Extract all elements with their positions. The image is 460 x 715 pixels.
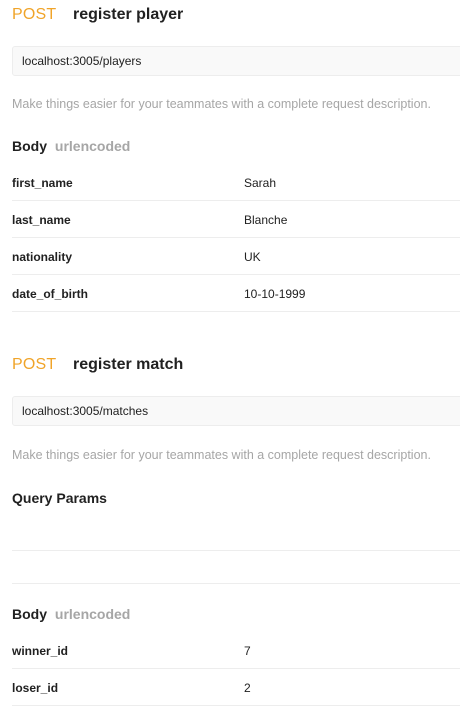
- param-value: 10-10-1999: [244, 287, 306, 301]
- kv-table: first_name Sarah last_name Blanche natio…: [12, 164, 460, 312]
- kv-table: winner_id 7 loser_id 2: [12, 632, 460, 706]
- method-badge: POST: [12, 356, 57, 373]
- param-key: nationality: [12, 250, 73, 264]
- param-key: date_of_birth: [12, 287, 89, 301]
- body-mode: urlencoded: [54, 606, 131, 622]
- table-row[interactable]: first_name Sarah: [12, 164, 460, 201]
- request-name[interactable]: register match: [73, 356, 183, 374]
- url-field[interactable]: localhost:3005/players: [12, 46, 460, 76]
- request-register-match: POST register match: [12, 356, 460, 378]
- param-key: loser_id: [12, 681, 59, 695]
- table-row[interactable]: nationality UK: [12, 238, 460, 275]
- query-params-title: Query Params: [12, 490, 107, 506]
- body-label: Body: [12, 606, 47, 622]
- body-title: Body urlencoded: [12, 138, 130, 154]
- param-value: 7: [244, 644, 251, 658]
- table-row[interactable]: loser_id 2: [12, 669, 460, 706]
- method-badge: POST: [12, 6, 57, 23]
- param-value: 2: [244, 681, 251, 695]
- request-description[interactable]: Make things easier for your teammates wi…: [12, 97, 431, 111]
- param-key: last_name: [12, 213, 71, 227]
- request-description[interactable]: Make things easier for your teammates wi…: [12, 448, 431, 462]
- request-header: POST register player: [12, 6, 460, 28]
- param-key: winner_id: [12, 644, 69, 658]
- request-register-player: POST register player: [12, 6, 460, 28]
- param-value: UK: [244, 250, 261, 264]
- param-value: Blanche: [244, 213, 288, 227]
- param-value: Sarah: [244, 176, 277, 190]
- request-header: POST register match: [12, 356, 460, 378]
- table-row[interactable]: date_of_birth 10-10-1999: [12, 275, 460, 312]
- body-mode: urlencoded: [54, 138, 131, 154]
- table-row[interactable]: last_name Blanche: [12, 201, 460, 238]
- divider: [12, 583, 460, 584]
- param-key: first_name: [12, 176, 73, 190]
- table-row[interactable]: winner_id 7: [12, 632, 460, 669]
- request-name[interactable]: register player: [73, 6, 183, 24]
- divider: [12, 550, 460, 551]
- body-title: Body urlencoded: [12, 606, 130, 622]
- url-field[interactable]: localhost:3005/matches: [12, 396, 460, 426]
- body-label: Body: [12, 138, 47, 154]
